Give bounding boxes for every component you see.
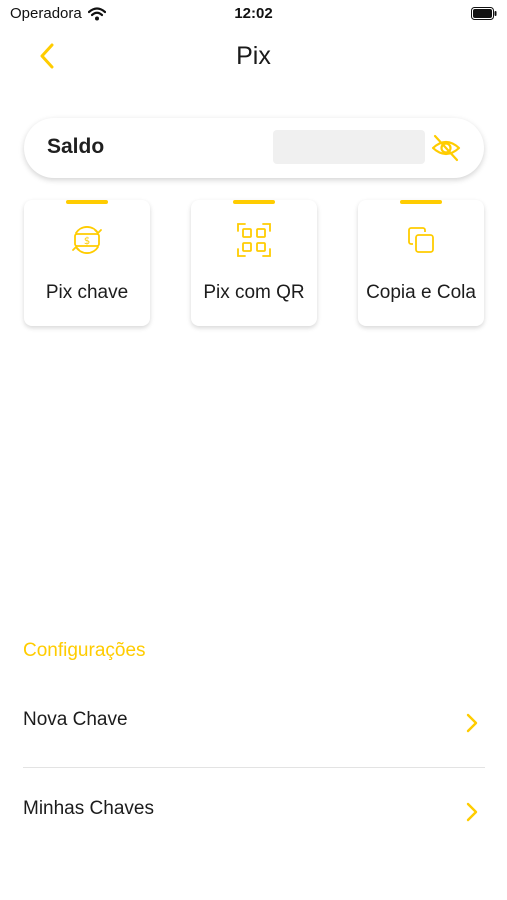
tile-accent-bar (66, 200, 108, 204)
minhas-chaves-row[interactable]: Minhas Chaves (23, 786, 485, 836)
copia-e-cola-tile[interactable]: Copia e Cola (358, 200, 484, 326)
copy-icon (408, 227, 434, 253)
balance-value-hidden (273, 130, 425, 164)
tile-accent-bar (233, 200, 275, 204)
chevron-right-icon (466, 802, 478, 822)
tile-label: Pix chave (45, 282, 129, 303)
status-bar: Operadora 12:02 (0, 0, 507, 28)
qr-code-icon (237, 223, 271, 257)
settings-header: Configurações (23, 640, 146, 661)
status-time: 12:02 (234, 5, 273, 22)
pix-actions: $ Pix chave Pix com QR Copia e Cola (0, 200, 507, 328)
balance-card: Saldo (24, 118, 484, 178)
tile-label: Copia e Cola (366, 282, 476, 303)
eye-off-icon[interactable] (430, 132, 462, 164)
svg-text:$: $ (84, 236, 90, 247)
nova-chave-row[interactable]: Nova Chave (23, 697, 485, 747)
nav-bar: Pix (0, 36, 507, 76)
chevron-right-icon (466, 713, 478, 733)
page-title: Pix (236, 42, 271, 70)
pix-qr-tile[interactable]: Pix com QR (191, 200, 317, 326)
battery-icon (471, 7, 497, 20)
row-label: Minhas Chaves (23, 798, 154, 819)
tile-label: Pix com QR (203, 282, 305, 303)
currency-exchange-icon: $ (72, 226, 102, 254)
list-divider (23, 767, 485, 768)
tile-accent-bar (400, 200, 442, 204)
pix-chave-tile[interactable]: $ Pix chave (24, 200, 150, 326)
balance-label: Saldo (47, 135, 105, 158)
row-label: Nova Chave (23, 709, 128, 730)
